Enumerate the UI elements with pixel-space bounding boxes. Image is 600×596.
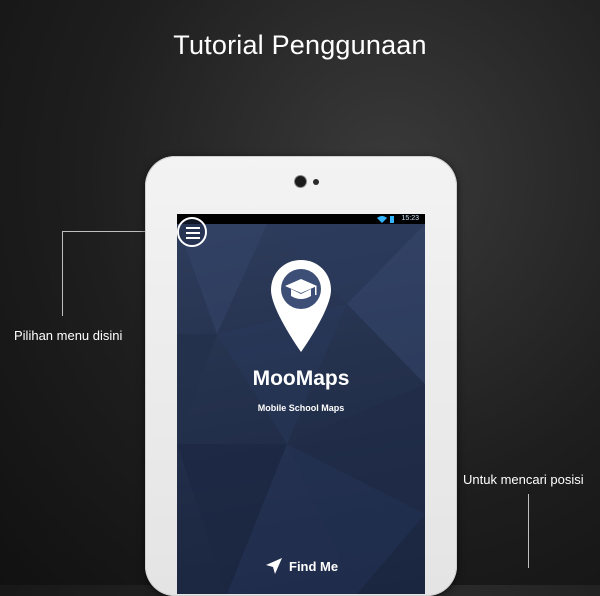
hamburger-menu-icon bbox=[186, 227, 200, 239]
app-screen: 15:23 MooMaps Mobile School Maps Find Me bbox=[177, 214, 425, 594]
status-bar: 15:23 bbox=[177, 214, 425, 224]
menu-connector-horizontal bbox=[62, 231, 145, 232]
menu-connector-vertical bbox=[62, 231, 63, 316]
camera-icon bbox=[295, 176, 306, 187]
find-connector-vertical bbox=[528, 494, 529, 568]
navigation-arrow-icon bbox=[266, 558, 282, 574]
status-time: 15:23 bbox=[401, 215, 419, 222]
menu-annotation: Pilihan menu disini bbox=[14, 328, 123, 343]
sensor-icon bbox=[313, 179, 319, 185]
page-title: Tutorial Penggunaan bbox=[173, 30, 427, 60]
find-me-button[interactable]: Find Me bbox=[265, 556, 338, 576]
app-subtitle: Mobile School Maps bbox=[257, 403, 345, 413]
wifi-icon bbox=[377, 216, 394, 223]
graduation-cap-pin-icon bbox=[271, 260, 331, 352]
tablet-device: 15:23 MooMaps Mobile School Maps Find Me bbox=[145, 156, 457, 596]
menu-button[interactable] bbox=[177, 217, 207, 247]
find-annotation: Untuk mencari posisi bbox=[463, 472, 584, 487]
app-name: MooMaps bbox=[252, 367, 350, 390]
find-me-label: Find Me bbox=[289, 558, 339, 574]
